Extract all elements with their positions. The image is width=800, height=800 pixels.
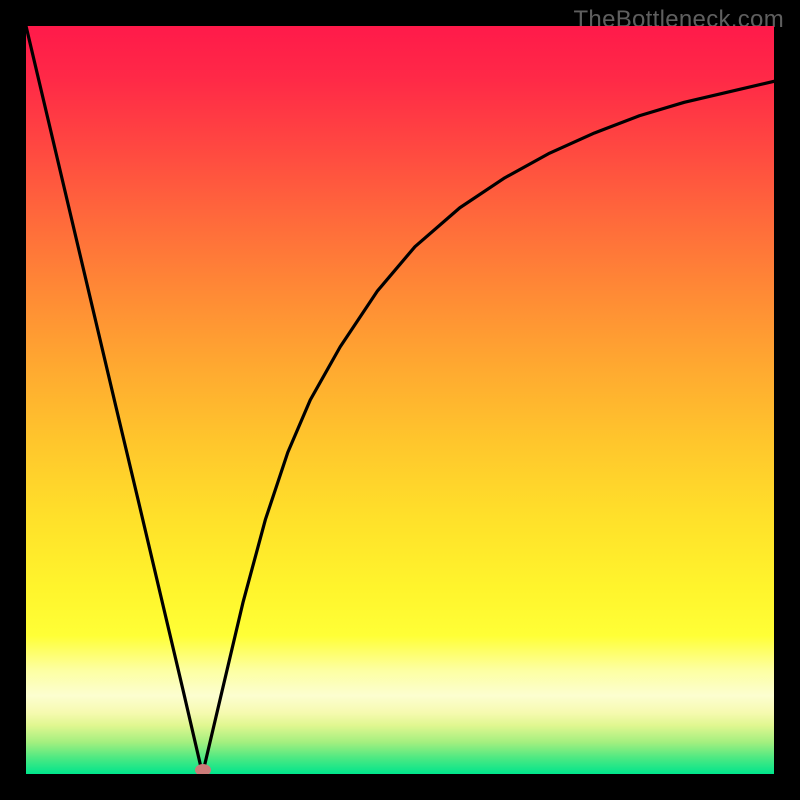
bottleneck-curve [26,26,774,774]
plot-area [26,26,774,774]
chart-frame: TheBottleneck.com [0,0,800,800]
minimum-marker [195,764,211,775]
